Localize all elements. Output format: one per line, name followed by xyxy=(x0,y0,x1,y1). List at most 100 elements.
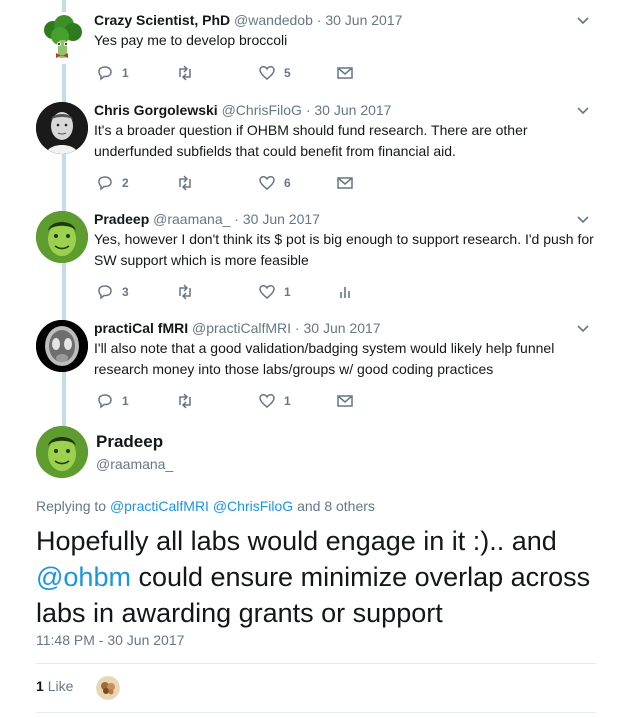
reply-button[interactable]: 2 xyxy=(96,173,129,193)
reply-button[interactable]: 1 xyxy=(96,391,129,411)
replying-others[interactable]: and 8 others xyxy=(297,498,375,514)
envelope-icon xyxy=(337,395,353,407)
divider xyxy=(36,663,596,664)
tweet-date[interactable]: 30 Jun 2017 xyxy=(243,211,320,227)
retweet-icon xyxy=(179,284,191,300)
envelope-icon xyxy=(337,177,353,189)
green-face-icon xyxy=(36,426,88,478)
retweet-button[interactable] xyxy=(176,173,202,193)
heart-icon xyxy=(259,285,275,299)
tweet-text: Yes pay me to develop broccoli xyxy=(94,32,288,48)
reply-count: 1 xyxy=(122,66,129,80)
analytics-icon xyxy=(340,287,350,298)
avatar[interactable] xyxy=(36,211,88,263)
brain-scan-icon xyxy=(36,320,88,372)
heart-icon xyxy=(259,66,275,80)
tweet-date[interactable]: 30 Jun 2017 xyxy=(303,320,380,336)
like-count: 5 xyxy=(284,66,291,80)
author-name[interactable]: practiCal fMRI xyxy=(94,320,188,336)
author-name[interactable]: Crazy Scientist, PhD xyxy=(94,12,230,28)
main-avatar[interactable] xyxy=(36,426,88,478)
tweet[interactable]: Chris Gorgolewski @ChrisFiloG · 30 Jun 2… xyxy=(0,100,624,210)
separator: · xyxy=(316,12,322,28)
heart-icon xyxy=(259,176,275,190)
main-author-name[interactable]: Pradeep xyxy=(96,432,163,452)
reply-icon xyxy=(98,66,112,81)
likes-count: 1 xyxy=(36,678,44,694)
separator: · xyxy=(305,102,311,118)
separator: · xyxy=(294,320,300,336)
chevron-down-icon[interactable] xyxy=(576,104,590,118)
retweet-icon xyxy=(179,65,191,81)
author-name[interactable]: Chris Gorgolewski xyxy=(94,102,218,118)
reply-icon xyxy=(98,176,112,191)
like-count: 1 xyxy=(284,285,291,299)
likes-stat[interactable]: 1 Like xyxy=(36,678,73,694)
chevron-down-icon[interactable] xyxy=(576,213,590,227)
main-tweet-text: Hopefully all labs would engage in it :)… xyxy=(36,523,606,631)
replying-to: Replying to @practiCalfMRI @ChrisFiloG a… xyxy=(36,498,375,514)
author-handle[interactable]: @raamana_ xyxy=(153,211,230,227)
envelope-icon xyxy=(337,67,353,79)
tweet-header: Pradeep @raamana_ · 30 Jun 2017 xyxy=(94,209,320,229)
message-button[interactable] xyxy=(336,391,354,411)
replying-user-link[interactable]: @ChrisFiloG xyxy=(213,498,293,514)
retweet-button[interactable] xyxy=(176,282,202,302)
retweet-icon xyxy=(179,393,191,409)
chevron-down-icon[interactable] xyxy=(576,14,590,28)
heart-icon xyxy=(259,394,275,408)
likes-label: Like xyxy=(47,678,74,694)
avatar[interactable] xyxy=(36,320,88,372)
author-name[interactable]: Pradeep xyxy=(94,211,149,227)
mention-link[interactable]: @ohbm xyxy=(36,562,131,592)
tweet-text: Yes, however I don't think its $ pot is … xyxy=(94,231,594,268)
broccoli-icon xyxy=(36,12,88,64)
tweet-text: I'll also note that a good validation/ba… xyxy=(94,340,555,377)
analytics-button[interactable] xyxy=(336,282,354,302)
like-count: 1 xyxy=(284,394,291,408)
author-handle[interactable]: @practiCalfMRI xyxy=(192,320,291,336)
replying-user-link[interactable]: @practiCalfMRI xyxy=(110,498,209,514)
tweet-text: It's a broader question if OHBM should f… xyxy=(94,122,528,159)
reply-button[interactable]: 1 xyxy=(96,63,129,83)
message-button[interactable] xyxy=(336,173,354,193)
avatar[interactable] xyxy=(36,102,88,154)
reply-count: 1 xyxy=(122,394,129,408)
tweet-date[interactable]: 30 Jun 2017 xyxy=(314,102,391,118)
retweet-button[interactable] xyxy=(176,391,202,411)
reply-button[interactable]: 3 xyxy=(96,282,129,302)
tweet-header: Chris Gorgolewski @ChrisFiloG · 30 Jun 2… xyxy=(94,100,391,120)
message-button[interactable] xyxy=(336,63,354,83)
green-face-icon xyxy=(36,211,88,263)
separator: · xyxy=(234,211,239,227)
replying-prefix: Replying to xyxy=(36,498,107,514)
divider xyxy=(36,712,596,713)
avatar[interactable] xyxy=(36,12,88,64)
like-button[interactable]: 1 xyxy=(258,391,291,411)
reply-count: 3 xyxy=(122,285,129,299)
liker-avatar[interactable] xyxy=(96,676,120,700)
person-photo-icon xyxy=(36,102,88,154)
like-button[interactable]: 1 xyxy=(258,282,291,302)
tweet-header: Crazy Scientist, PhD @wandedob · 30 Jun … xyxy=(94,10,402,30)
like-count: 6 xyxy=(284,176,291,190)
author-handle[interactable]: @ChrisFiloG xyxy=(222,102,302,118)
retweet-button[interactable] xyxy=(176,63,202,83)
author-handle[interactable]: @wandedob xyxy=(234,12,313,28)
liker-avatar-icon xyxy=(96,676,120,700)
tweet[interactable]: Crazy Scientist, PhD @wandedob · 30 Jun … xyxy=(0,10,624,110)
tweet[interactable]: Pradeep @raamana_ · 30 Jun 2017 Yes, how… xyxy=(0,209,624,319)
main-timestamp[interactable]: 11:48 PM - 30 Jun 2017 xyxy=(36,632,184,648)
main-text-part: Hopefully all labs would engage in it :)… xyxy=(36,526,557,556)
tweet[interactable]: practiCal fMRI @practiCalfMRI · 30 Jun 2… xyxy=(0,318,624,428)
retweet-icon xyxy=(179,175,191,191)
like-button[interactable]: 5 xyxy=(258,63,291,83)
chevron-down-icon[interactable] xyxy=(576,322,590,336)
like-button[interactable]: 6 xyxy=(258,173,291,193)
reply-icon xyxy=(98,394,112,409)
reply-icon xyxy=(98,285,112,300)
tweet-header: practiCal fMRI @practiCalfMRI · 30 Jun 2… xyxy=(94,318,381,338)
tweet-date[interactable]: 30 Jun 2017 xyxy=(325,12,402,28)
main-author-handle[interactable]: @raamana_ xyxy=(96,456,173,472)
reply-count: 2 xyxy=(122,176,129,190)
